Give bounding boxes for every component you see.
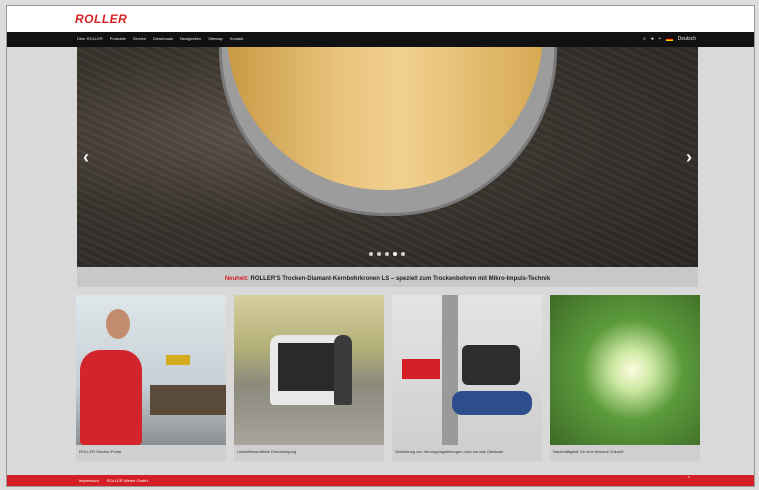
teaser-tile-rohrreinigung[interactable]: Umweltfreundliche Rohrreinigung: [234, 295, 384, 461]
image-person: [80, 350, 142, 445]
footer-items: Impressum ROLLER Werke GmbH: [79, 477, 148, 484]
image-van-door: [278, 343, 338, 391]
user-icon[interactable]: ●: [651, 35, 654, 43]
hero-slider: ‹ ›: [77, 47, 698, 267]
nav-items: Über ROLLER Produkte Service Downloads N…: [77, 35, 243, 43]
pipe-tool-image: [392, 295, 542, 445]
slider-dot-3[interactable]: [385, 252, 389, 256]
teaser-label[interactable]: ROLLER Service-Portal: [79, 447, 223, 457]
slider-dot-4[interactable]: [393, 252, 397, 256]
teaser-tile-service-portal[interactable]: ROLLER Service-Portal: [76, 295, 226, 461]
slider-dot-2[interactable]: [377, 252, 381, 256]
slider-dot-1[interactable]: [369, 252, 373, 256]
main-navigation: Über ROLLER Produkte Service Downloads N…: [7, 32, 754, 47]
nav-item-kontakt[interactable]: Kontakt: [230, 35, 244, 43]
slider-prev-arrow-icon[interactable]: ‹: [83, 147, 89, 168]
nav-item-service[interactable]: Service: [133, 35, 146, 43]
back-to-top-icon[interactable]: ^: [688, 476, 690, 482]
nav-item-neuigkeiten[interactable]: Neuigkeiten: [180, 35, 201, 43]
search-icon[interactable]: ⌕: [643, 35, 646, 43]
image-pipe: [442, 295, 458, 445]
sunlit-tree-image: [550, 295, 700, 445]
teaser-label[interactable]: Umweltfreundliche Rohrreinigung: [237, 447, 381, 457]
teaser-label[interactable]: Verklebung von Versorgungsleitungen rund…: [395, 447, 539, 457]
teaser-tile-nachhaltigkeit[interactable]: Nachhaltigkeit: für eine bessere Zukunft: [550, 295, 700, 461]
image-machine: [462, 345, 520, 385]
image-bench: [150, 385, 226, 415]
slider-next-arrow-icon[interactable]: ›: [686, 147, 692, 168]
nav-item-ueber-roller[interactable]: Über ROLLER: [77, 35, 103, 43]
teaser-label[interactable]: Nachhaltigkeit: für eine bessere Zukunft: [553, 447, 697, 457]
service-van-image: [234, 295, 384, 445]
roller-logo[interactable]: ROLLER: [75, 12, 127, 26]
image-head: [106, 309, 130, 339]
image-man: [334, 335, 352, 405]
nav-tools: ⌕ ● ▪ Deutsch: [643, 35, 696, 43]
image-box: [402, 359, 440, 379]
slider-dot-5[interactable]: [401, 252, 405, 256]
nav-item-produkte[interactable]: Produkte: [110, 35, 126, 43]
caption-text: ROLLER'S Trocken-Diamant-Kernbohrkronen …: [250, 276, 551, 282]
header: ROLLER: [7, 6, 754, 32]
nav-item-sitemap[interactable]: Sitemap: [208, 35, 223, 43]
german-flag-icon[interactable]: [665, 37, 673, 41]
language-label[interactable]: Deutsch: [678, 35, 696, 43]
technician-workbench-image: [76, 295, 226, 445]
image-arm: [452, 391, 532, 415]
footer-bar: Impressum ROLLER Werke GmbH ^: [7, 475, 754, 486]
nav-item-downloads[interactable]: Downloads: [153, 35, 173, 43]
caption-highlight: Neuheit:: [224, 276, 249, 282]
slider-dots: [369, 252, 405, 256]
footer-link-impressum[interactable]: Impressum: [79, 477, 99, 484]
cart-icon[interactable]: ▪: [659, 35, 661, 43]
hero-caption[interactable]: Neuheit: ROLLER'S Trocken-Diamant-Kernbo…: [77, 267, 698, 287]
teaser-tile-verklebung[interactable]: Verklebung von Versorgungsleitungen rund…: [392, 295, 542, 461]
image-tool: [166, 355, 190, 365]
teaser-tiles: ROLLER Service-Portal Umweltfreundliche …: [76, 295, 700, 461]
footer-company: ROLLER Werke GmbH: [106, 478, 149, 483]
browser-viewport: ROLLER Über ROLLER Produkte Service Down…: [6, 5, 755, 487]
